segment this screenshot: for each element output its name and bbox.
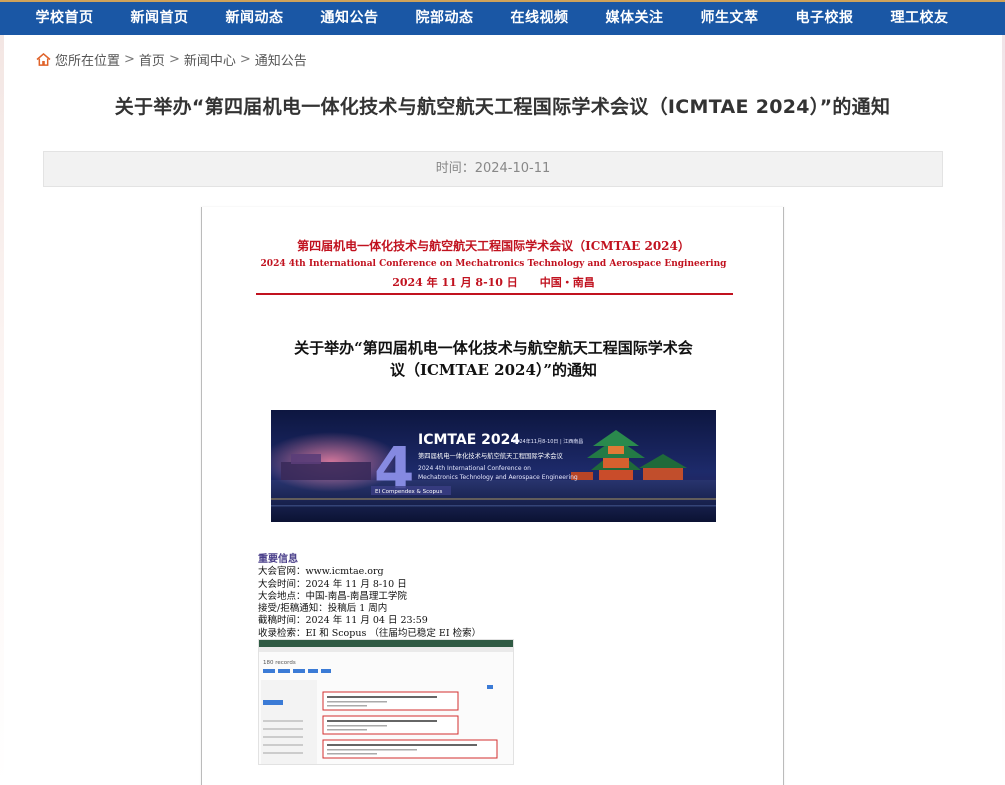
- doc-title-line2: 议（ICMTAE 2024）”的通知: [389, 361, 598, 379]
- info-notification: 接受/拒稿通知：投稿后 1 周内: [258, 603, 388, 615]
- doc-title: 关于举办“第四届机电一体化技术与航空航天工程国际学术会 议（ICMTAE 202…: [252, 337, 735, 381]
- info-deadline: 截稿时间：2024 年 11 月 04 日 23:59: [258, 615, 428, 627]
- breadcrumb-news-center[interactable]: 新闻中心: [184, 50, 236, 69]
- nav-item-news-home[interactable]: 新闻首页: [112, 2, 207, 35]
- breadcrumb-prefix: 您所在位置: [55, 54, 121, 69]
- nav-item-department-news[interactable]: 院部动态: [397, 2, 492, 35]
- info-heading: 重要信息: [258, 554, 298, 565]
- ei-screenshot-artwork: 180 records: [259, 640, 513, 764]
- banner-en-line2: Mechatronics Technology and Aerospace En…: [418, 474, 578, 481]
- banner-index-tag: EI Compendex & Scopus: [375, 489, 442, 495]
- banner-cn-name: 第四届机电一体化技术与航空航天工程国际学术会议: [418, 451, 564, 460]
- nav-item-school-home[interactable]: 学校首页: [17, 2, 112, 35]
- ei-records-count: 180 records: [263, 660, 296, 666]
- conference-banner: 4 ICMTAE 2024 2024年11月8-10日 | 江西南昌 第四届机电…: [271, 410, 716, 522]
- article-title: 关于举办“第四届机电一体化技术与航空航天工程国际学术会议（ICMTAE 2024…: [114, 96, 891, 118]
- doc-title-line1: 关于举办“第四届机电一体化技术与航空航天工程国际学术会: [294, 339, 693, 357]
- info-venue: 大会地点：中国-南昌-南昌理工学院: [258, 590, 407, 602]
- banner-acronym: ICMTAE 2024: [418, 432, 520, 448]
- breadcrumb-separator: >: [239, 52, 251, 67]
- banner-date-place: 2024年11月8-10日 | 江西南昌: [513, 438, 583, 445]
- top-nav: 学校首页 新闻首页 新闻动态 通知公告 院部动态 在线视频 媒体关注 师生文萃 …: [0, 0, 1005, 35]
- home-icon: [36, 53, 51, 66]
- doc-header-en: 2024 4th International Conference on Mec…: [260, 259, 727, 269]
- breadcrumb-notices[interactable]: 通知公告: [255, 50, 307, 69]
- nav-item-media-coverage[interactable]: 媒体关注: [587, 2, 682, 35]
- doc-header-rule: [256, 293, 733, 295]
- doc-header-date: 2024 年 11 月 8-10 日 中国・南昌: [392, 276, 595, 289]
- info-website: 大会官网：www.icmtae.org: [258, 566, 384, 578]
- important-info: 重要信息 大会官网：www.icmtae.org 大会时间：2024 年 11 …: [258, 554, 728, 640]
- nav-item-alumni[interactable]: 理工校友: [872, 2, 967, 35]
- nav-item-e-newspaper[interactable]: 电子校报: [777, 2, 872, 35]
- ei-index-screenshot: 180 records: [258, 639, 514, 765]
- breadcrumb-home[interactable]: 首页: [139, 50, 165, 69]
- breadcrumb: 您所在位置 > 首页 > 新闻中心 > 通知公告: [36, 50, 307, 69]
- nav-item-student-writings[interactable]: 师生文萃: [682, 2, 777, 35]
- doc-header-cn: 第四届机电一体化技术与航空航天工程国际学术会议（ICMTAE 2024）: [297, 239, 690, 253]
- nav-item-news-updates[interactable]: 新闻动态: [207, 2, 302, 35]
- breadcrumb-separator: >: [124, 52, 135, 67]
- info-dates: 大会时间：2024 年 11 月 8-10 日: [258, 578, 407, 590]
- breadcrumb-separator: >: [168, 52, 180, 67]
- nav-item-online-video[interactable]: 在线视频: [492, 2, 587, 35]
- nav-item-notices[interactable]: 通知公告: [302, 2, 397, 35]
- publish-time: 时间：2024-10-11: [43, 151, 943, 187]
- banner-artwork: 4 ICMTAE 2024 2024年11月8-10日 | 江西南昌 第四届机电…: [271, 430, 716, 522]
- notice-document-image: 第四届机电一体化技术与航空航天工程国际学术会议（ICMTAE 2024） 202…: [201, 207, 784, 785]
- banner-en-line1: 2024 4th International Conference on: [418, 465, 531, 472]
